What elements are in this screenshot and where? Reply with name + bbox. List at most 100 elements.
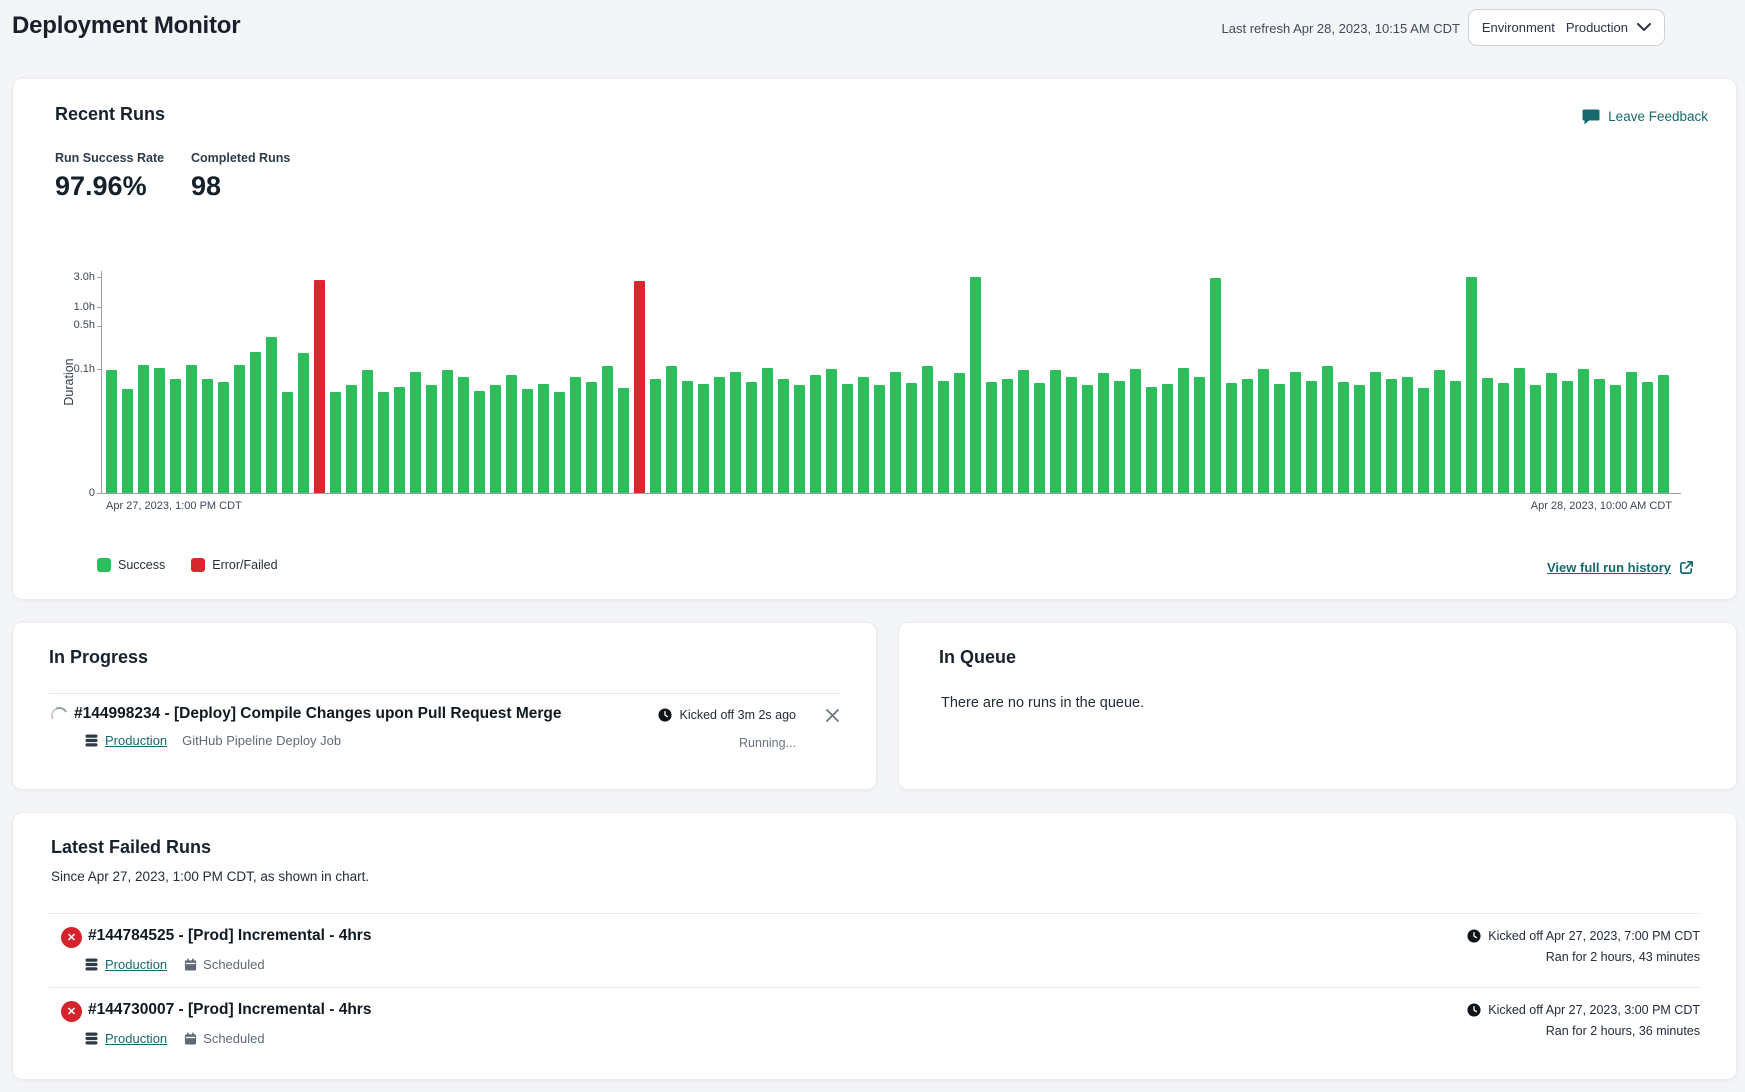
chart-bar (890, 372, 901, 493)
database-icon (85, 1032, 98, 1045)
chart-bar (650, 379, 661, 493)
chart-bar (906, 383, 917, 493)
chart-bar (554, 392, 565, 493)
chart-bar (122, 389, 133, 493)
ran-for-label: Ran for 2 hours, 43 minutes (1546, 950, 1700, 964)
chart-bar (730, 372, 741, 493)
chart-bar (1418, 388, 1429, 493)
in-progress-kicked-off: Kicked off 3m 2s ago (658, 708, 796, 722)
chart-bar (1626, 372, 1637, 493)
y-axis-tick-label: 0 (47, 487, 95, 499)
calendar-icon (184, 1032, 197, 1045)
view-full-run-history-link[interactable]: View full run history (1547, 560, 1694, 575)
kicked-off-label: Kicked off Apr 27, 2023, 7:00 PM CDT (1488, 929, 1700, 943)
failed-run-title: #144730007 - [Prod] Incremental - 4hrs (88, 1001, 371, 1019)
environment-dropdown-value: Production (1566, 20, 1628, 35)
chart-bar (682, 381, 693, 493)
chart-bar (1466, 277, 1477, 494)
success-swatch-icon (97, 558, 111, 572)
y-axis-tick-label: 3.0h (47, 271, 95, 283)
database-icon (85, 958, 98, 971)
run-success-rate-stat: Run Success Rate 97.96% (55, 151, 164, 202)
chart-bar (1642, 382, 1653, 493)
legend-success-label: Success (118, 558, 165, 572)
environment-link[interactable]: Production (105, 733, 167, 748)
x-axis-line (101, 493, 1681, 494)
chart-bar (1178, 368, 1189, 493)
chart-bar (1242, 379, 1253, 493)
chart-bar (346, 385, 357, 493)
chart-bar (778, 379, 789, 493)
view-history-label: View full run history (1547, 560, 1671, 575)
chart-bar (1482, 378, 1493, 493)
chart-bar (458, 377, 469, 493)
completed-runs-value: 98 (191, 171, 290, 202)
x-axis-start-label: Apr 27, 2023, 1:00 PM CDT (106, 500, 242, 512)
error-badge-icon: ✕ (61, 1001, 82, 1022)
page-header: Deployment Monitor Last refresh Apr 28, … (0, 0, 1745, 66)
y-axis-tick-label: 0.1h (47, 363, 95, 375)
chat-bubble-icon (1582, 108, 1600, 125)
chart-bar (218, 382, 229, 493)
chart-bar (762, 368, 773, 493)
run-success-rate-label: Run Success Rate (55, 151, 164, 165)
in-progress-card: In Progress #144998234 - [Deploy] Compil… (12, 622, 877, 790)
legend-item-failed: Error/Failed (191, 558, 277, 572)
legend-failed-label: Error/Failed (212, 558, 277, 572)
chart-bar (1306, 381, 1317, 493)
chart-bar (1018, 370, 1029, 493)
chart-bar (1658, 375, 1669, 493)
chart-bar (794, 385, 805, 493)
chart-bar (1146, 387, 1157, 493)
chart-bar (1210, 278, 1221, 493)
clock-icon (1467, 1003, 1481, 1017)
chart-bar (442, 370, 453, 493)
chart-bars (106, 271, 1674, 493)
calendar-icon (184, 958, 197, 971)
ran-for-label: Ran for 2 hours, 36 minutes (1546, 1024, 1700, 1038)
chevron-down-icon (1637, 23, 1651, 32)
running-status: Running... (739, 736, 796, 750)
kicked-off-label: Kicked off Apr 27, 2023, 3:00 PM CDT (1488, 1003, 1700, 1017)
leave-feedback-link[interactable]: Leave Feedback (1582, 108, 1708, 125)
chart-bar (1530, 385, 1541, 493)
chart-bar (202, 379, 213, 493)
chart-bar (138, 365, 149, 493)
chart-bar (1258, 369, 1269, 493)
chart-bar (1498, 383, 1509, 493)
y-axis-title: Duration (62, 322, 76, 442)
chart-bar (426, 385, 437, 493)
database-icon (85, 734, 98, 747)
chart-bar (874, 385, 885, 493)
schedule-label: Scheduled (203, 957, 264, 972)
chart-bar (1066, 377, 1077, 493)
completed-runs-label: Completed Runs (191, 151, 290, 165)
chart-bar (250, 352, 261, 493)
chart-bar (170, 379, 181, 493)
environment-link[interactable]: Production (105, 957, 167, 972)
failed-run-subrow: Production Scheduled (85, 1031, 265, 1046)
in-queue-title: In Queue (939, 647, 1016, 668)
cancel-run-button[interactable] (825, 708, 840, 723)
environment-link[interactable]: Production (105, 1031, 167, 1046)
clock-icon (1467, 929, 1481, 943)
chart-bar (1402, 377, 1413, 493)
environment-dropdown[interactable]: Environment Production (1468, 9, 1665, 46)
chart-bar (1370, 372, 1381, 493)
chart-bar (282, 392, 293, 493)
chart-bar (490, 385, 501, 493)
chart-bar (314, 280, 325, 493)
in-progress-title: In Progress (49, 647, 148, 668)
recent-runs-title: Recent Runs (55, 104, 165, 125)
chart-bar (938, 381, 949, 493)
x-axis-end-label: Apr 28, 2023, 10:00 AM CDT (1531, 500, 1672, 512)
chart-bar (1050, 370, 1061, 493)
schedule-group: Scheduled (184, 957, 264, 972)
chart-bar (1194, 377, 1205, 493)
chart-bar (362, 370, 373, 493)
chart-bar (954, 373, 965, 493)
chart-bar (1450, 381, 1461, 493)
chart-bar (1130, 369, 1141, 493)
in-progress-run-subrow: Production GitHub Pipeline Deploy Job (85, 733, 341, 748)
chart-bar (1290, 372, 1301, 493)
